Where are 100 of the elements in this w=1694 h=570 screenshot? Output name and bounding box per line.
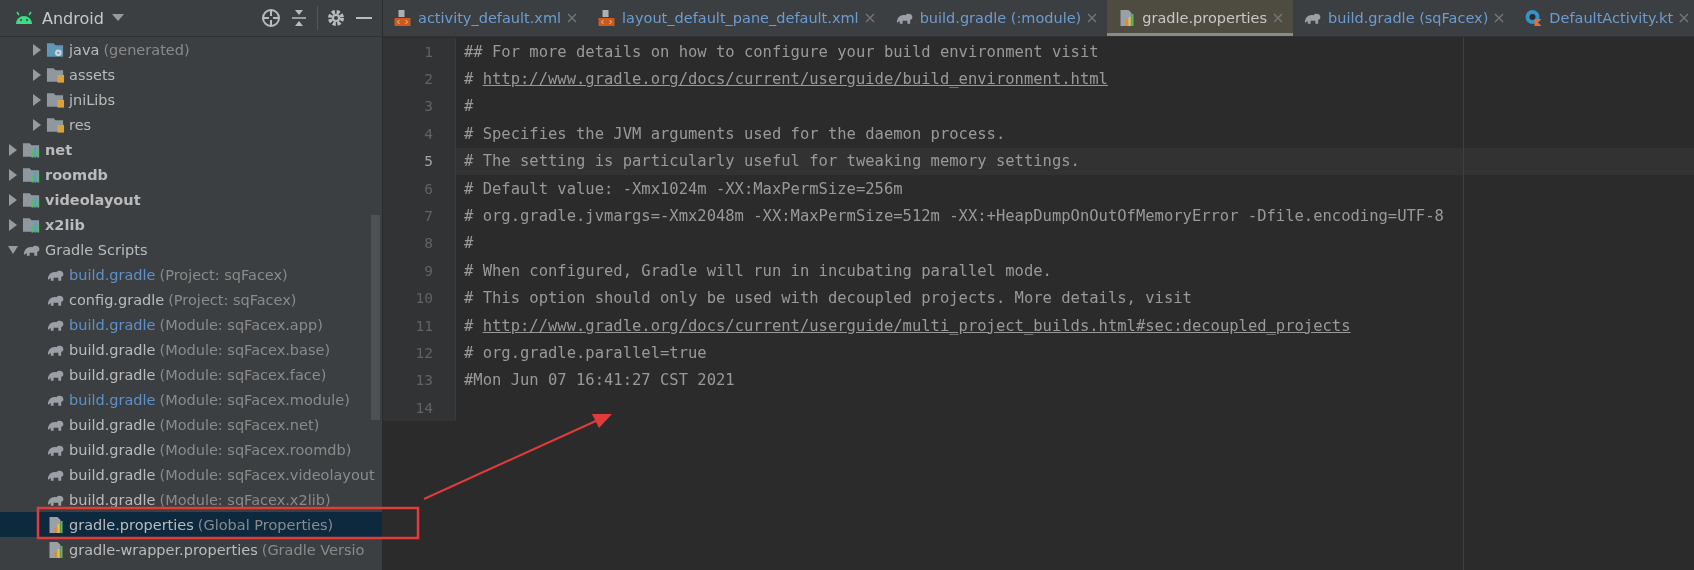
code-line: # org.gradle.parallel=true	[463, 344, 707, 362]
dropdown-caret-icon[interactable]	[111, 14, 124, 22]
tree-item[interactable]: build.gradle (Module: sqFacex.net)	[0, 412, 382, 437]
collapsed-arrow-icon[interactable]	[32, 93, 42, 106]
collapse-all-icon[interactable]	[289, 8, 309, 28]
item-detail: (Module: sqFacex.base)	[159, 341, 331, 358]
expanded-arrow-icon[interactable]	[8, 243, 18, 256]
item-detail: (Module: sqFacex.videolayout	[159, 466, 375, 483]
collapsed-arrow-icon[interactable]	[8, 218, 18, 231]
collapsed-arrow-icon[interactable]	[32, 118, 42, 131]
view-selector[interactable]: Android	[42, 8, 104, 28]
collapsed-arrow-icon[interactable]	[32, 68, 42, 81]
item-label: gradle-wrapper.properties	[69, 541, 258, 558]
tree-item[interactable]: build.gradle (Module: sqFacex.face)	[0, 362, 382, 387]
item-label: jniLibs	[69, 91, 116, 108]
folder-icon	[46, 90, 65, 109]
item-label: res	[69, 116, 92, 133]
code-line: # This option should only be used with decoupled projects. More details, visit	[463, 289, 1192, 308]
tree-item[interactable]: assets	[0, 62, 382, 87]
item-label: build.gradle	[69, 266, 156, 283]
module-folder-icon	[22, 140, 41, 159]
editor-tab[interactable]: gradle.properties	[1107, 0, 1294, 36]
item-label: build.gradle	[69, 491, 156, 508]
folder-icon	[46, 115, 65, 134]
item-label: build.gradle	[69, 391, 156, 408]
item-label: Gradle Scripts	[45, 241, 148, 258]
item-detail: (generated)	[103, 41, 190, 58]
xml-file-icon	[597, 9, 617, 27]
item-detail: (Module: sqFacex.app)	[159, 316, 323, 333]
tree-item[interactable]: Gradle Scripts	[0, 237, 382, 262]
editor-tab[interactable]: DefaultActivity.kt	[1514, 0, 1694, 36]
tree-item[interactable]: build.gradle (Module: sqFacex.app)	[0, 312, 382, 337]
module-folder-icon	[22, 215, 41, 234]
folder-icon	[46, 65, 65, 84]
code-link[interactable]: http://www.gradle.org/docs/current/userguide/build_environment.html	[482, 70, 1108, 89]
tree-item[interactable]: java (generated)	[0, 37, 382, 62]
item-detail: (Project: sqFacex)	[168, 291, 297, 308]
code-line: # When configured, Gradle will run in incubating parallel mode.	[463, 261, 1052, 280]
code-line: #	[463, 97, 474, 116]
code-link[interactable]: http://www.gradle.org/docs/current/userguide/multi_project_builds.html#sec:decoupled_projects	[482, 316, 1351, 335]
collapsed-arrow-icon[interactable]	[8, 143, 18, 156]
tree-item[interactable]: net	[0, 137, 382, 162]
item-label: net	[45, 141, 73, 158]
code-line: # http://www.gradle.org/docs/current/userguide/build_environment.html	[463, 70, 1108, 89]
tree-item[interactable]: roomdb	[0, 162, 382, 187]
item-label: config.gradle	[69, 291, 165, 308]
line-number: 5	[423, 153, 433, 170]
xml-file-icon	[393, 9, 412, 27]
item-detail: (Module: sqFacex.module)	[159, 391, 350, 408]
tree-item[interactable]: gradle-wrapper.properties (Gradle Versio	[0, 537, 382, 562]
locate-icon[interactable]	[261, 8, 281, 28]
code-line: # org.gradle.jvmargs=-Xmx2048m -XX:MaxPermSize=512m -XX:+HeapDumpOnOutOfMemoryError -Dfile.encoding=UTF-8	[463, 207, 1444, 226]
module-folder-icon	[22, 165, 41, 184]
tree-item[interactable]: res	[0, 112, 382, 137]
tree-item[interactable]: x2lib	[0, 212, 382, 237]
editor-tab[interactable]: activity_default.xml	[383, 0, 588, 36]
code-line: #Mon Jun 07 16:41:27 CST 2021	[463, 371, 735, 390]
item-detail: (Module: sqFacex.face)	[159, 366, 327, 383]
item-detail: (Project: sqFacex)	[159, 266, 288, 283]
collapsed-arrow-icon[interactable]	[8, 168, 18, 181]
tree-item[interactable]: build.gradle (Project: sqFacex)	[0, 262, 382, 287]
collapsed-arrow-icon[interactable]	[8, 193, 18, 206]
tree-item[interactable]: videolayout	[0, 187, 382, 212]
item-label: build.gradle	[69, 466, 156, 483]
item-label: x2lib	[45, 216, 85, 233]
tree-item[interactable]: build.gradle (Module: sqFacex.module)	[0, 387, 382, 412]
close-icon[interactable]	[1494, 13, 1505, 23]
tree-item[interactable]: build.gradle (Module: sqFacex.x2lib)	[0, 487, 382, 512]
tree-item[interactable]: build.gradle (Module: sqFacex.base)	[0, 337, 382, 362]
close-icon[interactable]	[1679, 13, 1690, 23]
close-icon[interactable]	[567, 13, 578, 23]
item-label: roomdb	[45, 166, 108, 183]
collapsed-arrow-icon[interactable]	[32, 43, 42, 56]
close-icon[interactable]	[1087, 13, 1098, 23]
editor-tab[interactable]: layout_default_pane_default.xml	[587, 0, 885, 36]
item-label: build.gradle	[69, 441, 156, 458]
code-line: # The setting is particularly useful for tweaking memory settings.	[463, 152, 1080, 171]
code-line: ## For more details on how to configure your build environment visit	[463, 42, 1099, 61]
close-icon[interactable]	[1273, 13, 1284, 23]
editor-tab[interactable]: build.gradle (:module)	[884, 0, 1108, 36]
item-label: build.gradle	[69, 416, 156, 433]
tree-item[interactable]: jniLibs	[0, 87, 382, 112]
item-label: assets	[69, 66, 116, 83]
item-label: build.gradle	[69, 366, 156, 383]
tree-item[interactable]: gradle.properties (Global Properties)	[0, 512, 382, 537]
folder-icon	[46, 40, 65, 59]
close-icon[interactable]	[864, 13, 875, 23]
item-label: build.gradle	[69, 341, 156, 358]
editor-tab[interactable]: build.gradle (sqFacex)	[1293, 0, 1515, 36]
item-label: videolayout	[45, 191, 141, 208]
item-label: java	[69, 41, 100, 58]
item-detail: (Gradle Versio	[261, 541, 365, 558]
settings-icon[interactable]	[326, 8, 346, 28]
item-detail: (Module: sqFacex.x2lib)	[159, 491, 331, 508]
tree-item[interactable]: build.gradle (Module: sqFacex.videolayout	[0, 462, 382, 487]
code-line: # Specifies the JVM arguments used for the daemon process.	[463, 124, 1006, 143]
tree-item[interactable]: config.gradle (Project: sqFacex)	[0, 287, 382, 312]
code-line: # Default value: -Xmx1024m -XX:MaxPermSize=256m	[463, 179, 903, 198]
tree-item[interactable]: build.gradle (Module: sqFacex.roomdb)	[0, 437, 382, 462]
code-line: # http://www.gradle.org/docs/current/userguide/multi_project_builds.html#sec:decoupled_projects	[463, 316, 1351, 335]
